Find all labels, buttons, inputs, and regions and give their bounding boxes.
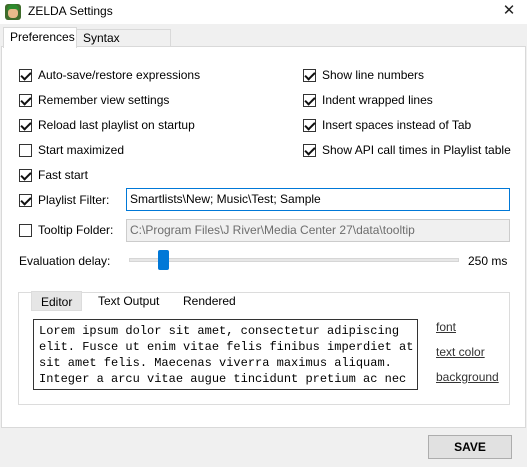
preferences-panel: Auto-save/restore expressions Remember v…	[1, 46, 526, 428]
option-remember-view[interactable]: Remember view settings	[19, 92, 169, 108]
playlist-filter-label: Playlist Filter:	[38, 193, 110, 207]
subtab-editor[interactable]: Editor	[31, 291, 83, 311]
option-show-line-numbers[interactable]: Show line numbers	[303, 67, 424, 83]
option-show-api-times[interactable]: Show API call times in Playlist table	[303, 142, 511, 158]
indent-wrapped-checkbox[interactable]	[303, 93, 316, 107]
save-button[interactable]: SAVE	[428, 435, 512, 459]
option-reload-playlist[interactable]: Reload last playlist on startup	[19, 117, 195, 133]
evaluation-delay-value: 250 ms	[468, 254, 508, 268]
option-start-maximized[interactable]: Start maximized	[19, 142, 124, 158]
fast-start-checkbox[interactable]	[19, 168, 32, 182]
show-line-numbers-checkbox[interactable]	[303, 68, 316, 82]
fast-start-label: Fast start	[38, 168, 89, 182]
reload-playlist-checkbox[interactable]	[19, 118, 32, 132]
tab-preferences[interactable]: Preferences	[3, 27, 77, 48]
tooltip-folder-checkbox[interactable]	[19, 223, 32, 237]
playlist-filter-input[interactable]: Smartlists\New; Music\Test; Sample	[126, 188, 510, 211]
tooltip-folder-input[interactable]: C:\Program Files\J River\Media Center 27…	[126, 219, 510, 242]
option-playlist-filter[interactable]: Playlist Filter:	[19, 192, 109, 208]
show-line-numbers-label: Show line numbers	[322, 68, 425, 82]
font-link[interactable]: font	[436, 320, 456, 334]
tab-syntax-highlight[interactable]: Syntax highlight	[76, 29, 171, 61]
option-auto-save[interactable]: Auto-save/restore expressions	[19, 67, 200, 83]
playlist-filter-checkbox[interactable]	[19, 193, 32, 207]
tooltip-folder-label: Tooltip Folder:	[38, 223, 114, 237]
option-tooltip-folder[interactable]: Tooltip Folder:	[19, 222, 113, 238]
sample-line: Lorem ipsum dolor sit amet, consectetur …	[39, 324, 400, 338]
zelda-app-icon	[5, 4, 21, 20]
auto-save-checkbox[interactable]	[19, 68, 32, 82]
remember-view-label: Remember view settings	[38, 93, 170, 107]
evaluation-delay-track[interactable]	[129, 258, 459, 262]
editor-group: Editor Text Output Rendered Lorem ipsum …	[18, 291, 510, 405]
title-bar: ZELDA Settings ✕	[0, 0, 527, 24]
sample-line: sit amet felis. Maecenas viverra maximus…	[39, 356, 392, 370]
background-link[interactable]: background	[436, 370, 499, 384]
reload-playlist-label: Reload last playlist on startup	[38, 118, 195, 132]
sample-line: elit. Fusce ut enim vitae felis finibus …	[39, 340, 414, 354]
subtab-rendered[interactable]: Rendered	[174, 291, 245, 311]
auto-save-label: Auto-save/restore expressions	[38, 68, 201, 82]
face-shape	[8, 9, 18, 18]
option-indent-wrapped[interactable]: Indent wrapped lines	[303, 92, 433, 108]
tab-strip: Preferences Syntax highlight	[0, 27, 527, 61]
insert-spaces-label: Insert spaces instead of Tab	[322, 118, 472, 132]
remember-view-checkbox[interactable]	[19, 93, 32, 107]
subtab-text-output[interactable]: Text Output	[89, 291, 168, 311]
close-icon[interactable]: ✕	[499, 2, 519, 20]
sample-text-box[interactable]: Lorem ipsum dolor sit amet, consectetur …	[33, 319, 418, 390]
show-api-times-label: Show API call times in Playlist table	[322, 143, 511, 157]
insert-spaces-checkbox[interactable]	[303, 118, 316, 132]
show-api-times-checkbox[interactable]	[303, 143, 316, 157]
text-color-link[interactable]: text color	[436, 345, 485, 359]
evaluation-delay-label: Evaluation delay:	[19, 254, 111, 268]
evaluation-delay-thumb[interactable]	[157, 250, 169, 270]
sample-line: Integer a arcu vitae augue tincidunt pre…	[39, 372, 407, 386]
option-fast-start[interactable]: Fast start	[19, 167, 88, 183]
start-maximized-checkbox[interactable]	[19, 143, 32, 157]
indent-wrapped-label: Indent wrapped lines	[322, 93, 433, 107]
start-maximized-label: Start maximized	[38, 143, 125, 157]
option-insert-spaces[interactable]: Insert spaces instead of Tab	[303, 117, 471, 133]
window-title: ZELDA Settings	[28, 4, 113, 18]
